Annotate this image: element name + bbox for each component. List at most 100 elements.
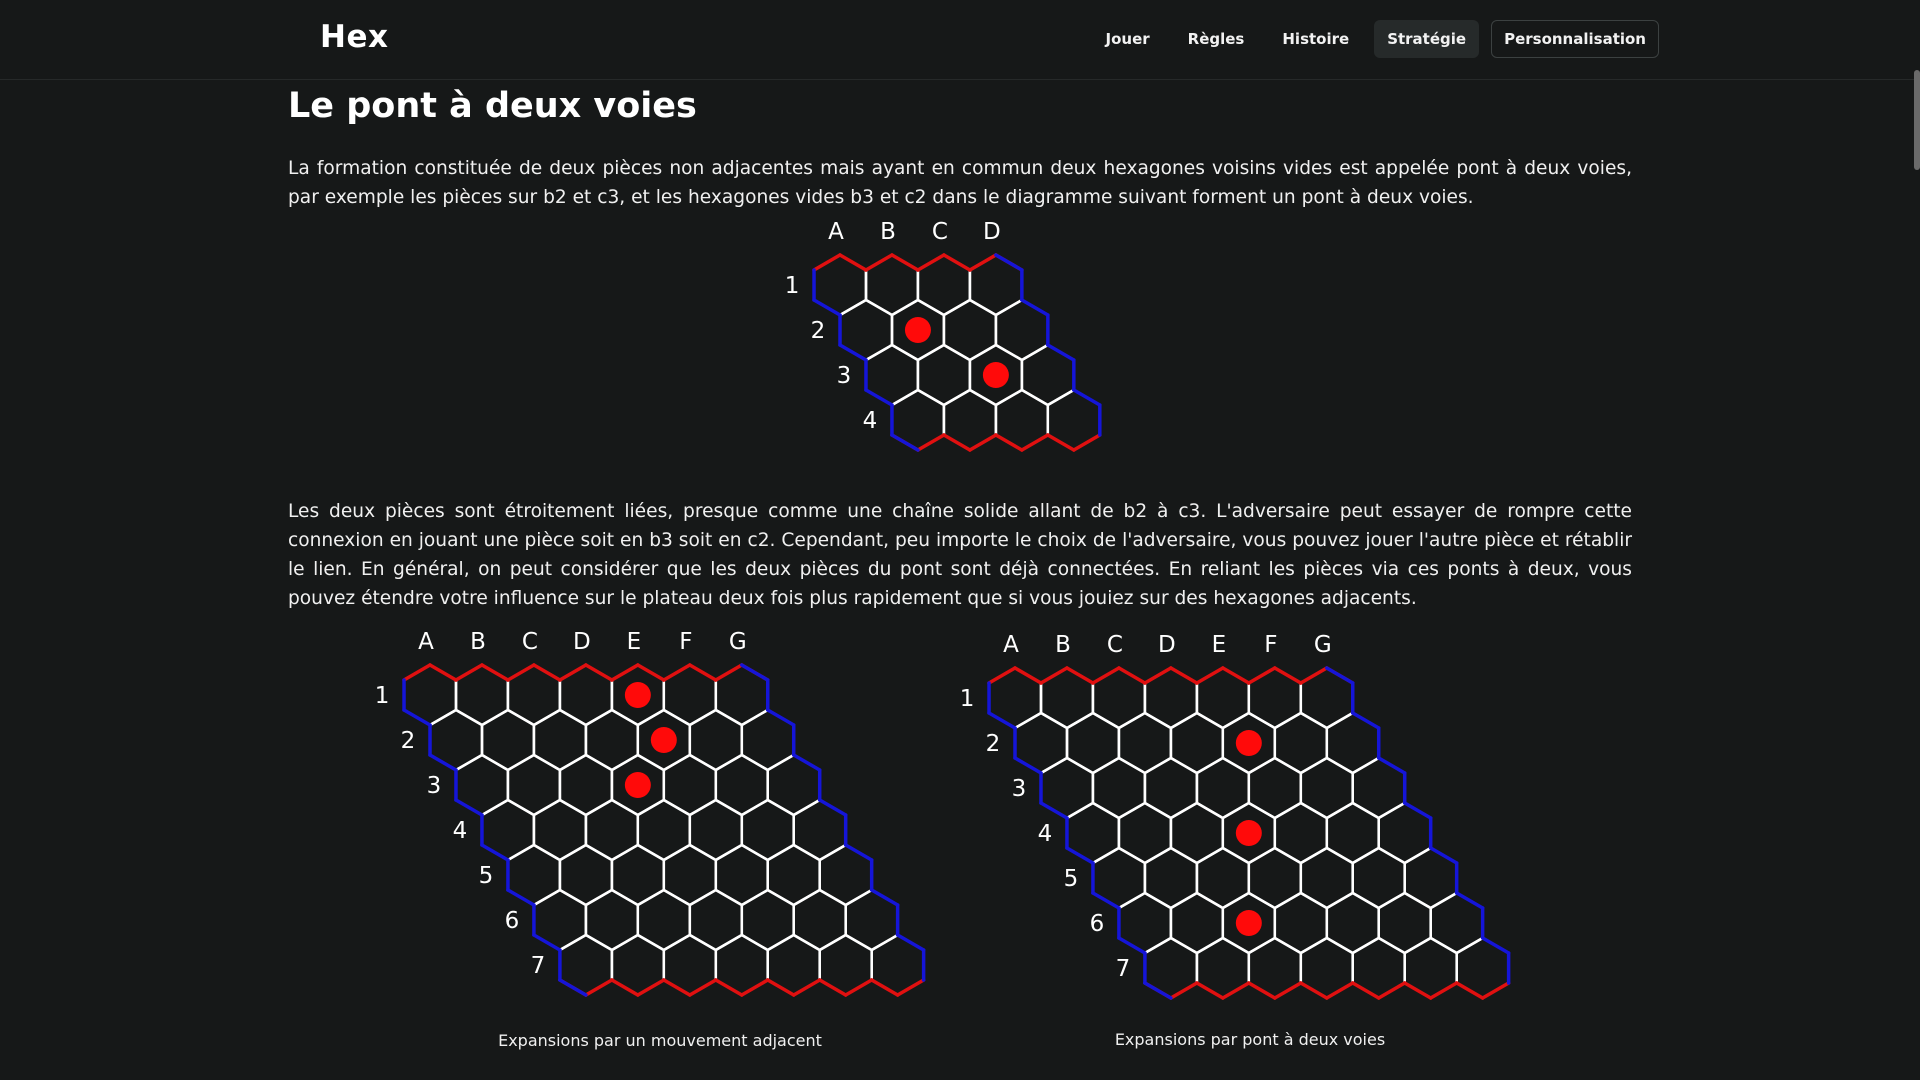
- hex-cell-E6[interactable]: [1325, 891, 1380, 955]
- hex-cell-E4[interactable]: [1273, 801, 1329, 865]
- red-edge-top: [1221, 666, 1251, 685]
- column-label: D: [573, 629, 591, 655]
- blue-edge-right: [1350, 711, 1381, 730]
- blue-edge-right: [1402, 801, 1433, 820]
- hex-cell-D6[interactable]: [688, 888, 744, 952]
- site-logo[interactable]: Hex: [320, 19, 388, 55]
- blue-edge-right: [1046, 343, 1076, 362]
- hex-cell-D2[interactable]: [584, 708, 640, 772]
- blue-edge-left: [864, 388, 894, 407]
- hex-cell-F2[interactable]: [1273, 711, 1329, 775]
- hex-cell-E4[interactable]: [688, 798, 744, 862]
- red-edge-top: [1247, 666, 1277, 685]
- hex-cell-F6[interactable]: [1377, 891, 1432, 955]
- hex-cell-E5[interactable]: [1299, 846, 1354, 910]
- hex-cell-B4[interactable]: [1117, 801, 1173, 865]
- red-edge-top: [968, 253, 998, 272]
- red-stone-E2: [650, 727, 677, 753]
- hex-cell-F3[interactable]: [714, 753, 769, 817]
- hex-cell-C2[interactable]: [1117, 711, 1173, 775]
- red-edge-top: [987, 666, 1017, 685]
- hex-cell-C4[interactable]: [584, 798, 640, 862]
- hex-cell-D2[interactable]: [1169, 711, 1225, 775]
- red-stone-C3: [982, 362, 1009, 388]
- hex-cell-F2[interactable]: [688, 708, 744, 772]
- red-edge-top: [454, 663, 484, 682]
- blue-edge-left: [506, 888, 536, 907]
- hex-cell-C5[interactable]: [610, 843, 666, 907]
- red-edge-bottom: [1428, 981, 1459, 1000]
- red-edge-top: [864, 253, 894, 272]
- hex-cell-E5[interactable]: [714, 843, 769, 907]
- hex-cell-E6[interactable]: [740, 888, 795, 952]
- nav-regles[interactable]: Règles: [1175, 20, 1258, 58]
- hex-cell-D5[interactable]: [662, 843, 718, 907]
- row-label: 1: [960, 686, 975, 712]
- red-edge-bottom: [791, 978, 822, 997]
- hex-cell-F5[interactable]: [766, 843, 821, 907]
- hex-cell-F6[interactable]: [792, 888, 847, 952]
- red-edge-top: [812, 253, 842, 272]
- red-edge-bottom: [1299, 981, 1329, 1000]
- hex-cell-C3[interactable]: [558, 753, 614, 817]
- page-scrollbar[interactable]: [1914, 70, 1920, 170]
- blue-edge-right: [817, 798, 848, 817]
- hex-cell-C3[interactable]: [1143, 756, 1199, 820]
- nav-strategie[interactable]: Stratégie: [1374, 20, 1480, 58]
- row-label: 4: [453, 818, 468, 844]
- column-label: D: [983, 219, 1001, 245]
- section-title: Le pont à deux voies: [288, 86, 697, 126]
- hex-cell-E3[interactable]: [1247, 756, 1303, 820]
- hex-cell-B5[interactable]: [1143, 846, 1199, 910]
- hex-cell-D3[interactable]: [1195, 756, 1251, 820]
- column-label: F: [679, 629, 692, 655]
- hex-cell-B6[interactable]: [1169, 891, 1225, 955]
- red-edge-bottom: [1350, 981, 1381, 1000]
- hex-cell-B3[interactable]: [916, 343, 972, 407]
- hex-cell-B3[interactable]: [1091, 756, 1147, 820]
- hex-cell-C2[interactable]: [532, 708, 588, 772]
- hex-cell-F4[interactable]: [1325, 801, 1380, 865]
- row-label: 2: [986, 731, 1001, 757]
- row-label: 1: [785, 273, 800, 299]
- row-label: 3: [427, 773, 442, 799]
- hex-cell-C6[interactable]: [636, 888, 692, 952]
- blue-edge-left: [428, 753, 458, 772]
- row-label: 7: [1116, 956, 1131, 982]
- red-edge-bottom: [1273, 981, 1303, 1000]
- red-edge-bottom: [1221, 981, 1251, 1000]
- hex-cell-F4[interactable]: [740, 798, 795, 862]
- nav-personnalisation[interactable]: Personnalisation: [1491, 20, 1659, 58]
- hex-cell-B5[interactable]: [558, 843, 614, 907]
- nav-histoire[interactable]: Histoire: [1269, 20, 1362, 58]
- red-edge-bottom: [740, 978, 770, 997]
- hex-cell-C4[interactable]: [1169, 801, 1225, 865]
- red-edge-bottom: [1020, 433, 1050, 452]
- hex-cell-F3[interactable]: [1299, 756, 1354, 820]
- hex-cell-C5[interactable]: [1195, 846, 1251, 910]
- hex-cell-F5[interactable]: [1351, 846, 1406, 910]
- hex-cell-E3[interactable]: [662, 753, 718, 817]
- hex-cell-B2[interactable]: [480, 708, 536, 772]
- red-edge-top: [1065, 666, 1095, 685]
- red-edge-top: [838, 253, 868, 272]
- red-edge-top: [1143, 666, 1173, 685]
- hex-cell-B6[interactable]: [584, 888, 640, 952]
- red-stone-E2: [1235, 730, 1262, 756]
- hex-cell-B4[interactable]: [532, 798, 588, 862]
- blue-edge-left: [1091, 891, 1121, 910]
- hex-cell-C2[interactable]: [942, 298, 998, 362]
- red-edge-top: [428, 663, 458, 682]
- hex-cell-D4[interactable]: [636, 798, 692, 862]
- hex-cell-D6[interactable]: [1273, 891, 1329, 955]
- hex-cell-D5[interactable]: [1247, 846, 1303, 910]
- blue-edge-left: [812, 298, 842, 317]
- row-label: 7: [531, 953, 546, 979]
- hex-cell-B2[interactable]: [1065, 711, 1121, 775]
- nav-jouer[interactable]: Jouer: [1093, 20, 1163, 58]
- blue-edge-right: [1428, 846, 1459, 865]
- row-label: 2: [811, 318, 826, 344]
- red-edge-bottom: [843, 978, 874, 997]
- hex-cell-B3[interactable]: [506, 753, 562, 817]
- red-stone-E1: [624, 682, 651, 708]
